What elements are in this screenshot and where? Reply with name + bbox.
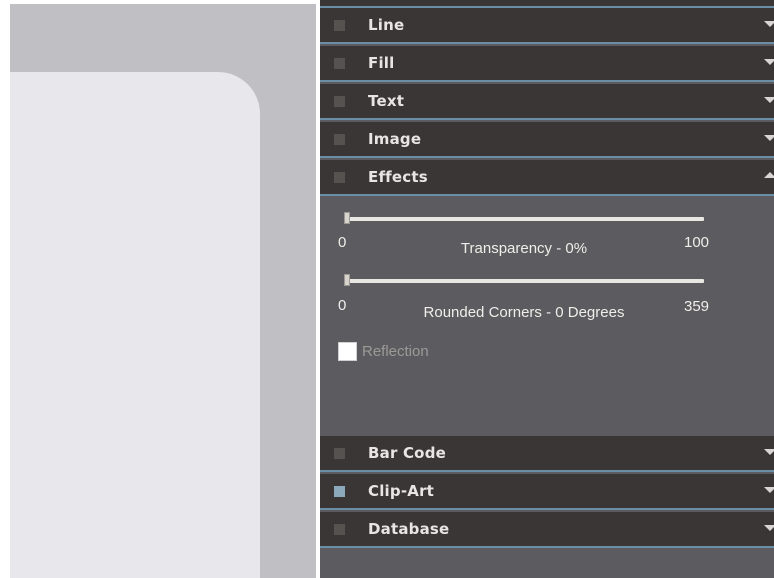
section-header-database[interactable]: Database xyxy=(320,512,774,548)
chevron-up-icon xyxy=(764,172,774,178)
slider-track xyxy=(344,279,704,283)
chevron-down-icon xyxy=(764,135,774,141)
section-header-image[interactable]: Image xyxy=(320,122,774,158)
section-header-effects[interactable]: Effects xyxy=(320,160,774,196)
section-indicator-icon xyxy=(334,448,345,459)
panel-top-rule xyxy=(320,0,774,8)
section-label-line: Line xyxy=(368,16,405,34)
rounded-corners-label: Rounded Corners - 0 Degrees xyxy=(423,304,625,321)
section-indicator-icon xyxy=(334,96,345,107)
card-preview[interactable] xyxy=(10,72,260,578)
chevron-down-icon xyxy=(764,97,774,103)
section-label-effects: Effects xyxy=(368,168,428,186)
slider-track xyxy=(344,217,704,221)
section-indicator-icon xyxy=(334,58,345,69)
chevron-down-icon xyxy=(764,21,774,27)
section-label-clip-art: Clip-Art xyxy=(368,482,435,500)
section-indicator-icon xyxy=(334,486,345,497)
rounded-corners-slider[interactable] xyxy=(344,274,704,288)
section-indicator-icon xyxy=(334,20,345,31)
chevron-down-icon xyxy=(764,525,774,531)
section-header-fill[interactable]: Fill xyxy=(320,46,774,82)
properties-panel: Line Fill Text Image Effects 0 Transpare… xyxy=(320,0,774,578)
slider-thumb[interactable] xyxy=(344,212,350,224)
section-indicator-icon xyxy=(334,524,345,535)
transparency-label: Transparency - 0% xyxy=(460,240,588,257)
chevron-down-icon xyxy=(764,487,774,493)
rounded-corners-max-label: 359 xyxy=(684,298,710,315)
section-label-image: Image xyxy=(368,130,422,148)
section-header-clip-art[interactable]: Clip-Art xyxy=(320,474,774,510)
section-label-fill: Fill xyxy=(368,54,395,72)
transparency-slider[interactable] xyxy=(344,212,704,226)
reflection-checkbox[interactable] xyxy=(338,342,357,361)
section-label-bar-code: Bar Code xyxy=(368,444,446,462)
section-label-database: Database xyxy=(368,520,450,538)
section-header-text[interactable]: Text xyxy=(320,84,774,120)
transparency-max-label: 100 xyxy=(684,234,710,251)
reflection-label: Reflection xyxy=(362,343,429,360)
section-header-line[interactable]: Line xyxy=(320,8,774,44)
slider-thumb[interactable] xyxy=(344,274,350,286)
section-header-bar-code[interactable]: Bar Code xyxy=(320,436,774,472)
chevron-down-icon xyxy=(764,59,774,65)
chevron-down-icon xyxy=(764,449,774,455)
section-indicator-icon xyxy=(334,172,345,183)
section-label-text: Text xyxy=(368,92,405,110)
section-indicator-icon xyxy=(334,134,345,145)
design-canvas[interactable] xyxy=(10,4,316,578)
